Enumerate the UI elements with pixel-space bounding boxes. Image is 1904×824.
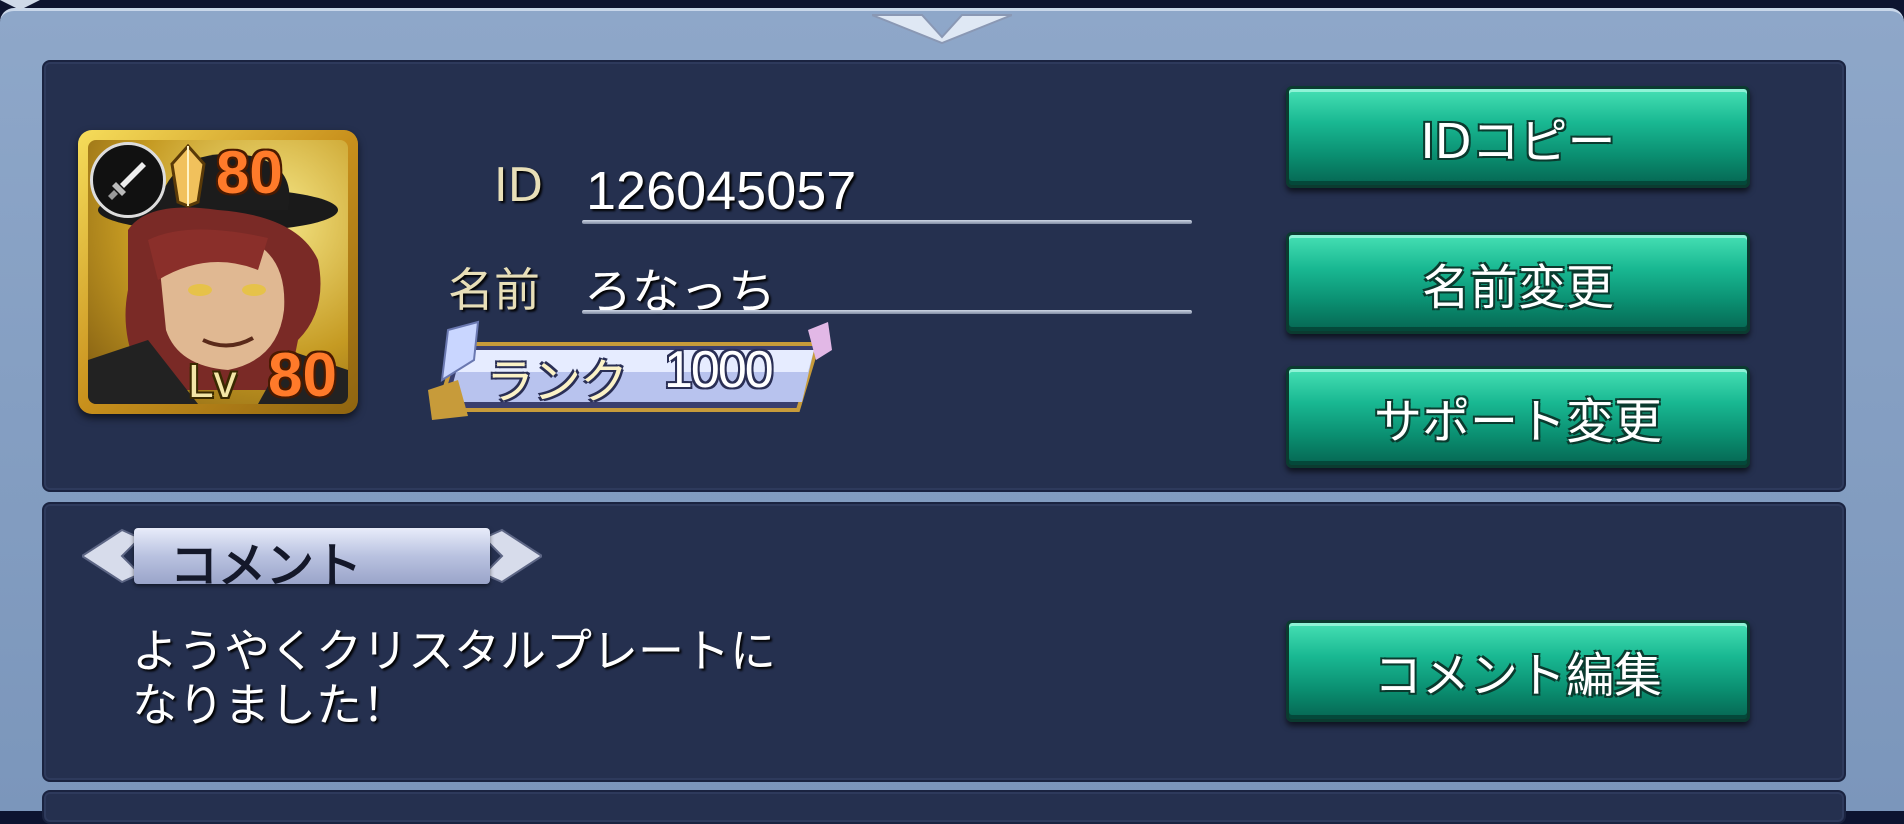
edit-comment-button[interactable]: コメント編集 — [1286, 620, 1750, 722]
avatar-portrait-frame: 80 Lv 80 — [88, 140, 348, 404]
copy-id-button[interactable]: IDコピー — [1286, 86, 1750, 188]
rank-label: ランク — [486, 354, 628, 410]
change-support-button-label: サポート変更 — [1373, 394, 1662, 450]
id-value: 126045057 — [586, 161, 857, 221]
avatar-level-top: 80 — [216, 140, 283, 206]
next-panel-edge — [42, 790, 1846, 824]
comment-title: コメント — [170, 538, 363, 594]
corner-ornament-icon — [0, 0, 40, 10]
avatar-lv-value: 80 — [268, 341, 337, 404]
change-name-button-label: 名前変更 — [1421, 260, 1614, 316]
comment-line-2: なりました！ — [132, 678, 408, 732]
sword-icon — [90, 142, 166, 218]
comment-line-1: ようやくクリスタルプレートに — [132, 624, 776, 678]
avatar-lv-label: Lv — [188, 355, 237, 404]
name-underline — [582, 310, 1192, 314]
crystal-icon — [170, 144, 206, 208]
comment-text: ようやくクリスタルプレートに なりました！ — [132, 624, 932, 732]
id-label: ID — [494, 158, 543, 212]
change-name-button[interactable]: 名前変更 — [1286, 232, 1750, 334]
rank-badge — [428, 320, 832, 420]
character-avatar[interactable]: 80 Lv 80 — [78, 130, 358, 414]
name-label: 名前 — [448, 263, 540, 317]
id-underline — [582, 220, 1192, 224]
change-support-button[interactable]: サポート変更 — [1286, 366, 1750, 468]
edit-comment-button-label: コメント編集 — [1373, 648, 1662, 704]
rank-value: 1000 — [664, 341, 774, 399]
frame-ornament-icon — [872, 14, 1012, 45]
copy-id-button-label: IDコピー — [1420, 114, 1616, 170]
